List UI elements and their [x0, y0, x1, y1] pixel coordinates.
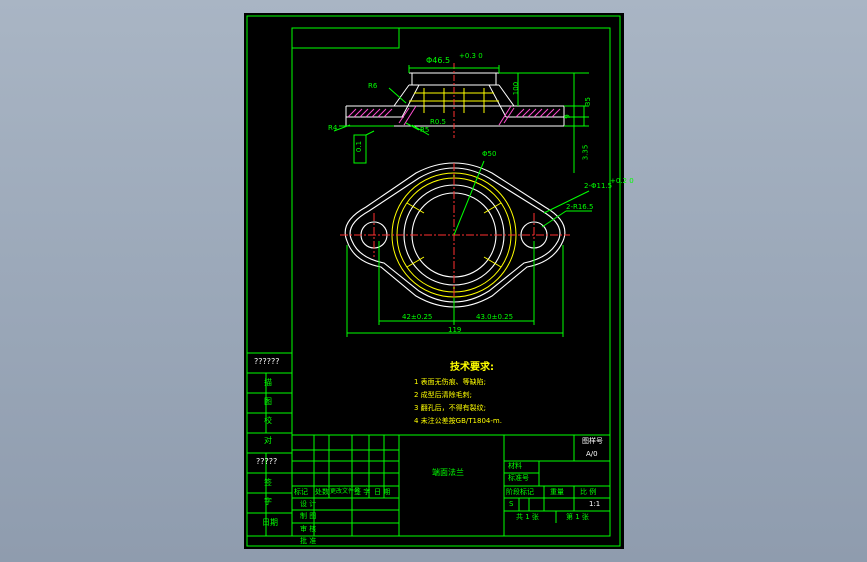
left-column-title-1: ??????	[254, 357, 280, 366]
drawing-number-label: 图样号	[582, 437, 603, 445]
tech-requirement-item: 3 翻孔后，不得有裂纹;	[414, 404, 487, 412]
left-column-cell-6: 字	[264, 497, 272, 506]
stage-label: 阶段标记	[506, 488, 534, 496]
role-approve: 批 准	[300, 537, 317, 545]
role-design: 设 计	[300, 500, 317, 508]
stage-value: S	[509, 500, 514, 508]
weight-label: 重量	[550, 488, 564, 496]
left-column-title-2: ?????	[256, 457, 278, 466]
left-column-cell-5: 签	[264, 478, 272, 487]
dim-overall: 119	[448, 326, 462, 334]
tech-requirement-item: 4 未注公差按GB/T1804-m.	[414, 417, 502, 425]
dim-height-9: 9	[563, 114, 572, 119]
flatness-tolerance: 0.1	[355, 140, 364, 153]
dim-height-100: 100	[512, 81, 521, 96]
dim-height-35: 35	[583, 97, 592, 106]
dim-holes-tol: +0.2 0	[610, 177, 634, 185]
left-column-cell-2: 图	[264, 397, 272, 406]
scale-code: A/0	[586, 450, 598, 458]
tech-requirements-heading: 技术要求:	[450, 362, 494, 373]
sheet-number: 第 1 张	[566, 513, 589, 521]
left-column-cell-3: 校	[264, 416, 272, 425]
role-review: 审 核	[300, 525, 317, 533]
left-column-cell-4: 对	[264, 436, 272, 445]
dim-dist-left: 42±0.25	[402, 313, 433, 321]
revision-header-date: 日 期	[374, 488, 391, 496]
revision-header-count: 处数	[315, 488, 329, 496]
dim-r05: R0.5	[430, 118, 446, 126]
dim-r5: R5	[420, 126, 430, 134]
left-column-cell-1: 描	[264, 378, 272, 387]
material-label: 材料	[508, 462, 522, 470]
role-draft: 制 图	[300, 512, 317, 520]
scale-label: 比 例	[580, 488, 597, 496]
dim-height-335: 3.35	[581, 144, 590, 161]
dim-r16: 2-R16.5	[566, 203, 594, 211]
dim-holes: 2-Φ11.5	[584, 182, 613, 190]
tech-requirement-item: 2 成型后清除毛刺;	[414, 391, 473, 399]
cad-drawing-viewport[interactable]: ?????? 描 图 校 对 ????? 签 字 日期 Φ46.5 +0.3 0…	[244, 13, 634, 549]
dim-r4: R4	[328, 124, 338, 132]
dim-top-diameter-tol: +0.3 0	[459, 52, 483, 60]
dim-dist-right: 43.0±0.25	[476, 313, 514, 321]
revision-header-mark: 标记	[294, 488, 308, 496]
total-sheets: 共 1 张	[516, 513, 539, 521]
revision-header-sign: 签 字	[354, 488, 371, 496]
dim-r6: R6	[368, 82, 378, 90]
scale-value: 1:1	[589, 500, 601, 508]
left-column-cell-7: 日期	[262, 518, 278, 527]
part-name: 端面法兰	[432, 468, 464, 477]
dim-dia-50: Φ50	[482, 150, 497, 158]
process-label: 标准号	[508, 474, 529, 482]
tech-requirement-item: 1 表面无伤痕、等缺陷;	[414, 378, 487, 386]
dim-top-diameter: Φ46.5	[426, 56, 451, 65]
